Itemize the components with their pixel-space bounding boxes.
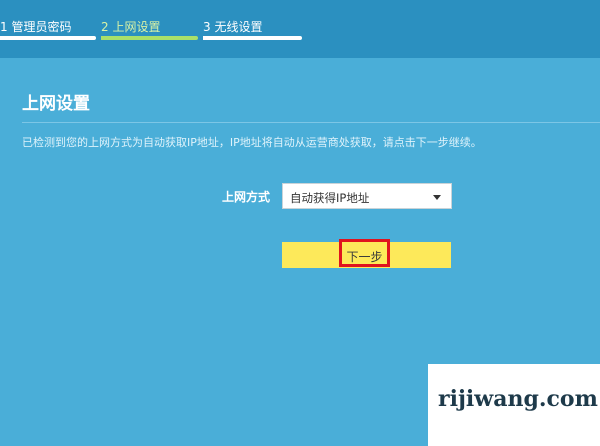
- next-button[interactable]: 下一步: [282, 239, 451, 268]
- connection-type-value: 自动获得IP地址: [290, 191, 370, 205]
- watermark: rijiwang.com: [428, 364, 600, 446]
- title-divider: [22, 122, 600, 123]
- connection-type-select[interactable]: 自动获得IP地址: [282, 183, 452, 209]
- step-admin-password-underline: [0, 36, 96, 40]
- page-title: 上网设置: [22, 94, 90, 114]
- connection-type-label: 上网方式: [222, 190, 271, 204]
- page-description: 已检测到您的上网方式为自动获取IP地址，IP地址将自动从运营商处获取，请点击下一…: [22, 136, 482, 149]
- wizard-steps-bar: 1 管理员密码 2 上网设置 3 无线设置: [0, 0, 600, 58]
- step-internet-settings-underline: [101, 36, 198, 40]
- highlight-box: [339, 239, 390, 267]
- step-wireless-settings-underline: [203, 36, 302, 40]
- dropdown-arrow-icon: [433, 195, 441, 200]
- watermark-text: rijiwang.com: [438, 386, 598, 412]
